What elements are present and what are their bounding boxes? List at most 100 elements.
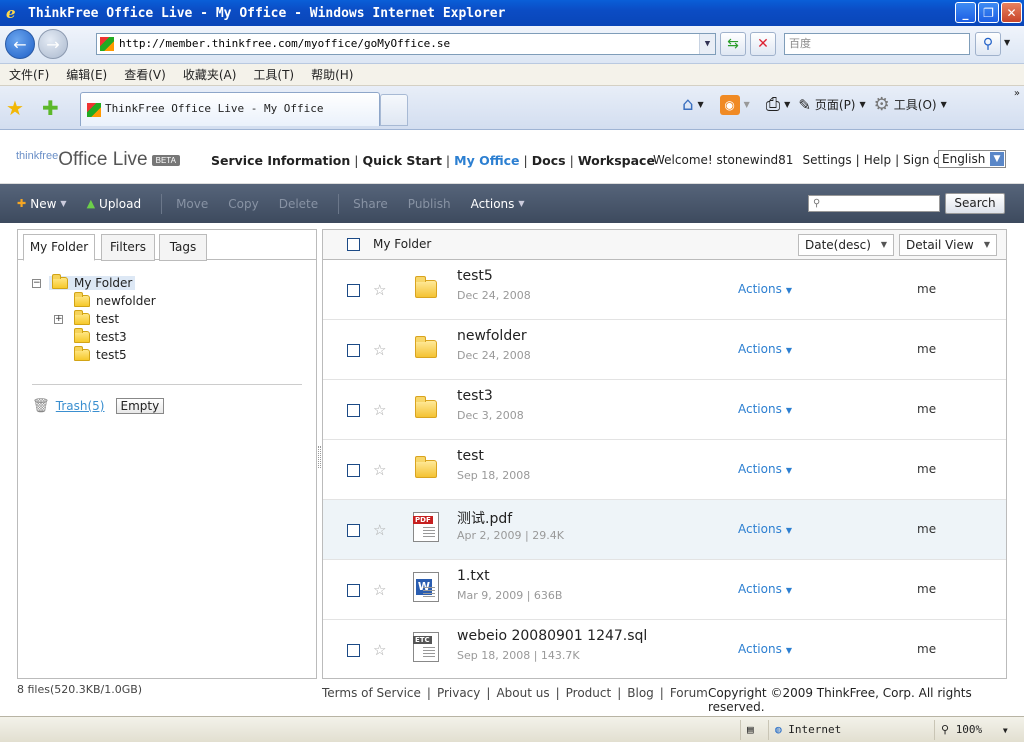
table-row[interactable]: ☆ W 1.txt Mar 9, 2009 | 636B Actions▼ me	[323, 560, 1006, 620]
favorites-star-icon[interactable]: ★	[6, 96, 24, 120]
tree-item-test[interactable]: + test	[32, 310, 156, 328]
row-checkbox[interactable]	[347, 344, 360, 357]
settings-link[interactable]: Settings	[802, 153, 851, 167]
star-icon[interactable]: ☆	[373, 521, 386, 539]
feed-dropdown[interactable]: ▼	[744, 100, 750, 109]
row-actions-menu[interactable]: Actions ▼	[738, 402, 792, 416]
table-row[interactable]: ☆ ETC webeio 20080901 1247.sql Sep 18, 2…	[323, 620, 1006, 680]
print-dropdown[interactable]: ▼	[784, 100, 790, 109]
row-actions-menu[interactable]: Actions ▼	[738, 582, 792, 596]
language-select[interactable]: English ▼	[938, 150, 1006, 168]
row-checkbox[interactable]	[347, 284, 360, 297]
add-favorite-icon[interactable]: ✚	[42, 96, 59, 120]
copy-button[interactable]: Copy	[228, 197, 258, 211]
panel-splitter-handle[interactable]	[318, 446, 321, 468]
tree-item-test5[interactable]: test5	[32, 346, 156, 364]
print-icon[interactable]: ⎙	[766, 94, 780, 115]
page-menu[interactable]: 页面(P)	[815, 96, 856, 113]
file-name[interactable]: newfolder	[457, 328, 527, 344]
table-row[interactable]: ☆ test5 Dec 24, 2008 Actions ▼ me	[323, 260, 1006, 320]
select-all-checkbox[interactable]	[347, 238, 360, 251]
footer-link-privacy[interactable]: Privacy	[437, 686, 480, 700]
new-tab-button[interactable]	[380, 94, 408, 126]
row-actions-menu[interactable]: Actions ▼	[738, 522, 792, 536]
chevron-more-icon[interactable]: »	[1014, 88, 1020, 99]
tree-item-test3[interactable]: test3	[32, 328, 156, 346]
expand-icon[interactable]: +	[54, 314, 63, 324]
table-row[interactable]: ☆ test3 Dec 3, 2008 Actions ▼ me	[323, 380, 1006, 440]
url-history-dropdown[interactable]: ▼	[699, 34, 715, 54]
star-icon[interactable]: ☆	[373, 281, 386, 299]
url-input[interactable]: http://member.thinkfree.com/myoffice/goM…	[96, 33, 716, 55]
star-icon[interactable]: ☆	[373, 341, 386, 359]
nav-my-office[interactable]: My Office	[454, 153, 519, 168]
footer-link-terms[interactable]: Terms of Service	[322, 686, 421, 700]
page-dropdown[interactable]: ▼	[860, 100, 866, 109]
upload-button[interactable]: ▲ Upload	[87, 197, 142, 211]
table-row[interactable]: ☆ test Sep 18, 2008 Actions ▼ me	[323, 440, 1006, 500]
view-select[interactable]: Detail View ▼	[899, 234, 997, 256]
file-name[interactable]: webeio 20080901 1247.sql	[457, 628, 647, 644]
close-button[interactable]: ✕	[1001, 2, 1022, 23]
browser-search-button[interactable]: ⚲	[975, 32, 1001, 56]
menu-view[interactable]: 查看(V)	[124, 66, 166, 83]
row-checkbox[interactable]	[347, 404, 360, 417]
empty-trash-button[interactable]: Empty	[115, 398, 165, 414]
share-button[interactable]: Share	[353, 197, 388, 211]
star-icon[interactable]: ☆	[373, 641, 386, 659]
star-icon[interactable]: ☆	[373, 401, 386, 419]
nav-workspace[interactable]: Workspace	[578, 153, 655, 168]
restore-button[interactable]: ❐	[978, 2, 999, 23]
move-button[interactable]: Move	[176, 197, 208, 211]
nav-quick-start[interactable]: Quick Start	[362, 153, 441, 168]
trash-link[interactable]: Trash(5)	[56, 399, 105, 413]
table-row[interactable]: ☆ PDF 测试.pdf Apr 2, 2009 | 29.4K Actions…	[323, 500, 1006, 560]
tree-root-node[interactable]: My Folder	[49, 274, 136, 290]
nav-service-information[interactable]: Service Information	[211, 153, 350, 168]
file-name[interactable]: test	[457, 448, 484, 464]
row-actions-menu[interactable]: Actions ▼	[738, 642, 792, 656]
delete-button[interactable]: Delete	[279, 197, 318, 211]
row-checkbox[interactable]	[347, 464, 360, 477]
menu-edit[interactable]: 编辑(E)	[66, 66, 107, 83]
back-button[interactable]: ←	[5, 29, 35, 59]
footer-link-forum[interactable]: Forum	[670, 686, 708, 700]
table-row[interactable]: ☆ newfolder Dec 24, 2008 Actions ▼ me	[323, 320, 1006, 380]
file-search-input[interactable]: ⚲	[808, 195, 940, 212]
menu-tools[interactable]: 工具(T)	[253, 66, 294, 83]
row-actions-menu[interactable]: Actions ▼	[738, 342, 792, 356]
actions-menu-button[interactable]: Actions ▼	[471, 197, 525, 211]
row-checkbox[interactable]	[347, 644, 360, 657]
footer-link-about[interactable]: About us	[496, 686, 549, 700]
thinkfree-logo[interactable]: thinkfreeOffice Live BETA	[16, 149, 180, 171]
publish-button[interactable]: Publish	[408, 197, 451, 211]
menu-file[interactable]: 文件(F)	[9, 66, 49, 83]
row-actions-menu[interactable]: Actions ▼	[738, 282, 792, 296]
tree-item-newfolder[interactable]: newfolder	[32, 292, 156, 310]
menu-favorites[interactable]: 收藏夹(A)	[183, 66, 237, 83]
tree-root[interactable]: − My Folder	[32, 274, 156, 292]
file-search-button[interactable]: Search	[945, 193, 1005, 214]
tab-my-folder[interactable]: My Folder	[23, 234, 95, 261]
nav-docs[interactable]: Docs	[532, 153, 566, 168]
collapse-icon[interactable]: −	[32, 278, 41, 288]
footer-link-blog[interactable]: Blog	[627, 686, 654, 700]
stop-button[interactable]: ✕	[750, 32, 776, 56]
help-link[interactable]: Help	[864, 153, 891, 167]
home-dropdown[interactable]: ▼	[697, 100, 703, 109]
file-name[interactable]: 测试.pdf	[457, 508, 512, 528]
file-name[interactable]: test3	[457, 388, 493, 404]
zoom-control[interactable]: ⚲ 100% ▼	[934, 720, 1024, 740]
tab-filters[interactable]: Filters	[101, 234, 155, 261]
file-name[interactable]: 1.txt	[457, 568, 490, 584]
star-icon[interactable]: ☆	[373, 461, 386, 479]
tools-dropdown[interactable]: ▼	[941, 100, 947, 109]
menu-help[interactable]: 帮助(H)	[311, 66, 353, 83]
rss-feed-icon[interactable]: ◉	[719, 94, 740, 115]
file-name[interactable]: test5	[457, 268, 493, 284]
footer-link-product[interactable]: Product	[566, 686, 612, 700]
browser-tab-active[interactable]: ThinkFree Office Live - My Office	[80, 92, 380, 126]
refresh-button[interactable]: ⇆	[720, 32, 746, 56]
minimize-button[interactable]: _	[955, 2, 976, 23]
star-icon[interactable]: ☆	[373, 581, 386, 599]
